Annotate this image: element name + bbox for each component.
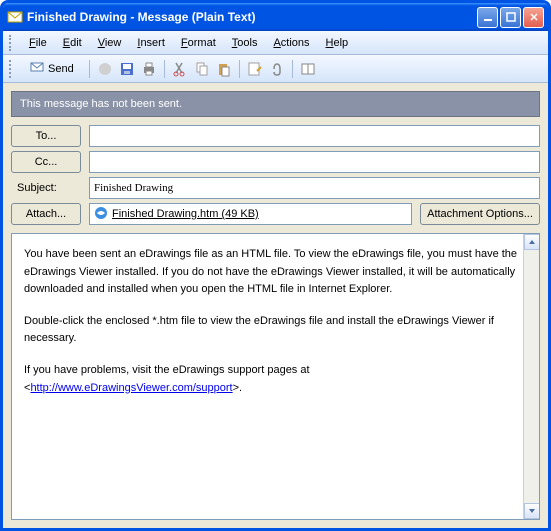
signature-icon[interactable] [246, 60, 264, 78]
copy-icon[interactable] [193, 60, 211, 78]
menu-format[interactable]: Format [173, 35, 224, 51]
separator [239, 60, 240, 78]
paste-icon[interactable] [215, 60, 233, 78]
send-button[interactable]: Send [21, 57, 83, 80]
support-link[interactable]: http://www.eDrawingsViewer.com/support [30, 382, 232, 394]
menu-edit[interactable]: Edit [55, 35, 90, 51]
attach-icon[interactable] [268, 60, 286, 78]
send-label: Send [48, 63, 74, 75]
save-icon[interactable] [118, 60, 136, 78]
attach-box[interactable]: Finished Drawing.htm (49 KB) [89, 203, 412, 225]
toolbar-grip[interactable] [9, 60, 15, 78]
menu-insert[interactable]: Insert [129, 35, 173, 51]
app-icon [7, 9, 23, 25]
toolbar: Send [3, 55, 548, 83]
attach-row: Attach... Finished Drawing.htm (49 KB) A… [11, 203, 540, 225]
attachment-filename[interactable]: Finished Drawing.htm (49 KB) [112, 208, 259, 220]
menu-tools[interactable]: Tools [224, 35, 266, 51]
body-paragraph: If you have problems, visit the eDrawing… [24, 362, 527, 397]
send-icon [30, 60, 44, 77]
separator [89, 60, 90, 78]
to-input[interactable] [89, 125, 540, 147]
body-text: >. [233, 382, 242, 394]
menu-help[interactable]: Help [318, 35, 357, 51]
subject-row: Subject: [11, 177, 540, 199]
ie-icon [94, 206, 108, 223]
addressbook-icon[interactable] [299, 60, 317, 78]
separator [292, 60, 293, 78]
subject-label: Subject: [11, 182, 81, 194]
titlebar[interactable]: Finished Drawing - Message (Plain Text) [3, 3, 548, 31]
window-title: Finished Drawing - Message (Plain Text) [27, 10, 477, 24]
body-paragraph: Double-click the enclosed *.htm file to … [24, 313, 527, 348]
vertical-scrollbar[interactable] [523, 234, 539, 519]
message-body[interactable]: You have been sent an eDrawings file as … [11, 233, 540, 520]
cc-button[interactable]: Cc... [11, 151, 81, 173]
menubar: File Edit View Insert Format Tools Actio… [3, 31, 548, 55]
menu-view[interactable]: View [90, 35, 130, 51]
close-button[interactable] [523, 7, 544, 28]
body-paragraph: You have been sent an eDrawings file as … [24, 246, 527, 299]
cc-input[interactable] [89, 151, 540, 173]
menu-grip[interactable] [9, 35, 15, 51]
attachment-options-button[interactable]: Attachment Options... [420, 203, 540, 225]
minimize-button[interactable] [477, 7, 498, 28]
scroll-down-button[interactable] [524, 503, 540, 519]
message-window: Finished Drawing - Message (Plain Text) … [0, 0, 551, 531]
scroll-up-button[interactable] [524, 234, 540, 250]
to-row: To... [11, 125, 540, 147]
print-icon[interactable] [140, 60, 158, 78]
cut-icon[interactable] [171, 60, 189, 78]
notice-bar: This message has not been sent. [11, 91, 540, 117]
subject-input[interactable] [89, 177, 540, 199]
attach-button[interactable]: Attach... [11, 203, 81, 225]
menu-actions[interactable]: Actions [265, 35, 317, 51]
message-header: This message has not been sent. To... Cc… [3, 83, 548, 233]
to-button[interactable]: To... [11, 125, 81, 147]
separator [164, 60, 165, 78]
maximize-button[interactable] [500, 7, 521, 28]
cc-row: Cc... [11, 151, 540, 173]
accounts-icon[interactable] [96, 60, 114, 78]
window-controls [477, 7, 544, 28]
menu-file[interactable]: File [21, 35, 55, 51]
